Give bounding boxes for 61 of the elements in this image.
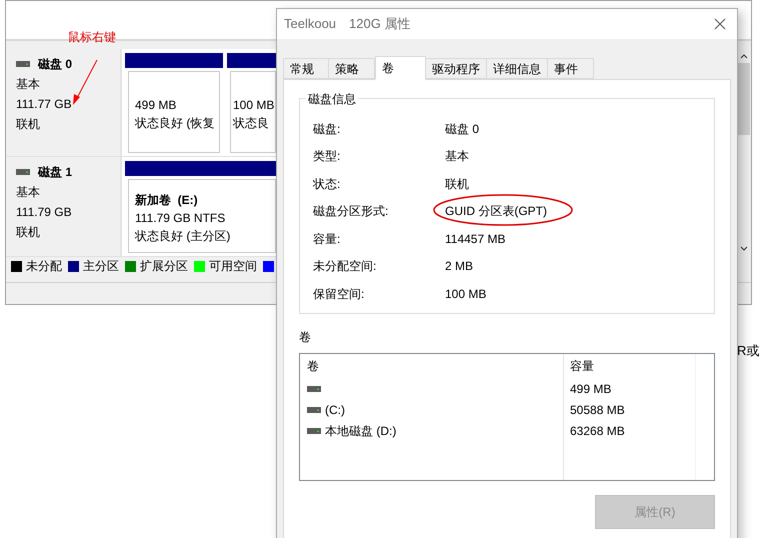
tab[interactable]: 常规 xyxy=(283,58,329,79)
disk-status: 联机 xyxy=(16,116,41,133)
legend-label: 未分配 xyxy=(26,258,62,275)
info-value: 基本 xyxy=(445,148,469,166)
tab[interactable]: 详细信息 xyxy=(487,58,548,79)
partition-status: 状态良 xyxy=(233,115,270,132)
legend-label: 扩展分区 xyxy=(140,258,188,275)
disk-size: 111.77 GB xyxy=(16,96,73,113)
drive-icon xyxy=(16,169,30,175)
window-title: Teelkoou 120G 属性 xyxy=(284,15,410,34)
tab[interactable]: 驱动程序 xyxy=(426,58,487,79)
background-text: R或 xyxy=(737,342,760,360)
disk-status: 联机 xyxy=(16,224,41,241)
info-value: 100 MB xyxy=(445,286,486,303)
info-label: 磁盘分区形式: xyxy=(313,203,390,220)
tab[interactable]: 卷 xyxy=(375,56,426,80)
drive-icon xyxy=(16,61,30,67)
close-icon[interactable] xyxy=(714,18,726,30)
partition-status: 状态良好 (主分区) xyxy=(135,228,232,245)
volume-name: (C:) xyxy=(325,402,345,418)
info-label: 状态: xyxy=(313,176,342,193)
disk-type: 基本 xyxy=(16,76,41,93)
info-label: 保留空间: xyxy=(313,286,366,303)
info-label: 未分配空间: xyxy=(313,258,378,276)
scroll-up-icon[interactable] xyxy=(740,53,748,59)
partition-size: 111.79 GB NTFS xyxy=(135,210,226,227)
column-header[interactable]: 容量 xyxy=(564,354,695,378)
disk-name: 磁盘 1 xyxy=(38,164,72,181)
disk-size: 111.79 GB xyxy=(16,204,73,221)
info-label: 磁盘: xyxy=(313,120,342,138)
disk-type: 基本 xyxy=(16,184,41,201)
info-value: 114457 MB xyxy=(445,230,506,248)
volume-capacity: 63268 MB xyxy=(569,422,626,440)
partition-header-bar xyxy=(227,53,279,68)
info-value: 磁盘 0 xyxy=(445,120,480,138)
annotation-arrow xyxy=(70,58,100,106)
legend-label: 主分区 xyxy=(83,258,119,275)
annotation-text: 鼠标右键 xyxy=(68,29,116,46)
group-title: 磁盘信息 xyxy=(306,90,358,108)
volume-name: 本地磁盘 (D:) xyxy=(325,422,396,440)
drive-icon xyxy=(307,406,321,412)
info-value: 2 MB xyxy=(445,258,474,276)
legend-label: 可用空间 xyxy=(209,258,257,275)
scroll-down-icon[interactable] xyxy=(740,246,748,252)
drive-icon xyxy=(307,386,321,392)
tab[interactable]: 策略 xyxy=(329,58,375,79)
tab[interactable]: 事件 xyxy=(548,58,594,79)
drive-icon xyxy=(307,428,321,434)
partition-status: 状态良好 (恢复 xyxy=(135,115,213,132)
partition-label: 新加卷 (E:) xyxy=(135,192,199,209)
info-label: 容量: xyxy=(313,230,342,248)
disk-name: 磁盘 0 xyxy=(38,56,72,73)
partition-size: 499 MB xyxy=(135,97,178,114)
info-label: 类型: xyxy=(313,148,342,166)
info-value: GUID 分区表(GPT) xyxy=(445,202,547,220)
partition-size: 100 MB xyxy=(233,97,273,114)
column-header[interactable]: 卷 xyxy=(300,354,563,378)
volume-capacity: 50588 MB xyxy=(569,402,626,418)
section-title: 卷 xyxy=(299,329,312,346)
volume-capacity: 499 MB xyxy=(569,380,612,398)
info-value: 联机 xyxy=(445,176,469,193)
